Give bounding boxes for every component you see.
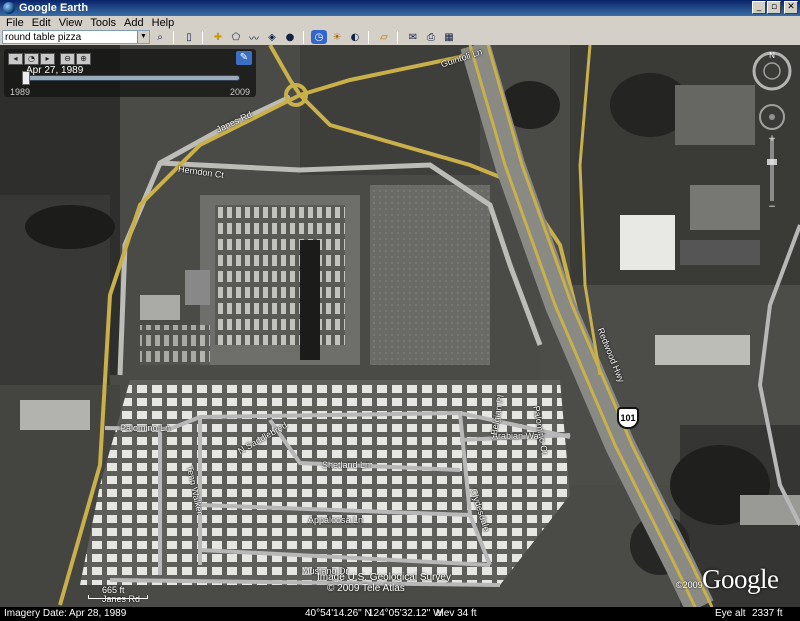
- google-earth-icon: [3, 2, 15, 14]
- historical-imagery-slider: ◂ ◔ ▸ ⊖ ⊕ ✎ Apr 27, 1989 1989 2009: [4, 49, 256, 97]
- eye-altitude-value: 2337 ft: [752, 608, 783, 619]
- menu-file[interactable]: File: [2, 17, 28, 29]
- svg-text:N: N: [769, 51, 775, 60]
- time-options-wrench-icon[interactable]: ✎: [236, 51, 252, 65]
- animate-button[interactable]: ◔: [24, 53, 39, 65]
- email-icon[interactable]: ✉: [405, 30, 421, 44]
- move-joystick[interactable]: [759, 104, 785, 130]
- road-label: Appaloosa Ln: [308, 515, 364, 525]
- toolbar-separator: [368, 30, 369, 44]
- step-forward-button[interactable]: ▸: [40, 53, 55, 65]
- title-bar: Google Earth _ ▫ ✕: [0, 0, 800, 16]
- minimize-button[interactable]: _: [752, 1, 766, 14]
- search-input[interactable]: [3, 31, 137, 43]
- scale-legend-bar: [88, 595, 148, 599]
- road-label: Shetland Ln: [322, 460, 371, 470]
- toolbar-separator: [202, 30, 203, 44]
- copyright-year: ©2009: [676, 580, 703, 590]
- placemark-icon[interactable]: ✚: [210, 30, 226, 44]
- longitude: 124°05'32.12" W: [368, 608, 443, 619]
- imagery-credit: Image U.S. Geological Survey: [317, 572, 451, 583]
- time-slider-thumb[interactable]: [22, 71, 30, 85]
- menu-bar: File Edit View Tools Add Help: [0, 16, 800, 30]
- latitude: 40°54'14.26" N: [305, 608, 372, 619]
- image-overlay-icon[interactable]: ◈: [264, 30, 280, 44]
- slider-start-year: 1989: [10, 87, 31, 97]
- aerial-imagery: [0, 45, 800, 607]
- map-viewport[interactable]: Guintoli Ln Janes Rd Herndon Ct Redwood …: [0, 45, 800, 607]
- navigation-controls: N + −: [752, 51, 792, 209]
- time-slider-track[interactable]: [24, 75, 240, 81]
- search-icon[interactable]: ⌕: [152, 30, 168, 44]
- toolbar-separator: [397, 30, 398, 44]
- planets-icon[interactable]: ◐: [347, 30, 363, 44]
- step-back-button[interactable]: ◂: [8, 53, 23, 65]
- menu-tools[interactable]: Tools: [86, 17, 120, 29]
- highway-shield: 101: [617, 407, 639, 429]
- scale-legend-label: 665 ft: [102, 585, 125, 595]
- toolbar-separator: [303, 30, 304, 44]
- menu-view[interactable]: View: [55, 17, 87, 29]
- menu-help[interactable]: Help: [148, 17, 179, 29]
- svg-text:−: −: [768, 202, 776, 209]
- imagery-date: Imagery Date: Apr 28, 1989: [4, 608, 127, 619]
- search-history-dropdown[interactable]: ▼: [137, 31, 149, 43]
- menu-edit[interactable]: Edit: [28, 17, 55, 29]
- slider-end-year: 2009: [229, 87, 250, 97]
- sidebar-icon[interactable]: ▯: [181, 30, 197, 44]
- maximize-button[interactable]: ▫: [767, 1, 781, 14]
- elevation: elev 34 ft: [436, 608, 477, 619]
- view-in-maps-icon[interactable]: ▦: [441, 30, 457, 44]
- polygon-icon[interactable]: ⬠: [228, 30, 244, 44]
- toolbar-separator: [173, 30, 174, 44]
- record-tour-icon[interactable]: ●: [282, 30, 298, 44]
- google-logo: Google: [702, 564, 779, 594]
- search-box: ▼: [2, 30, 150, 44]
- compass-ring[interactable]: N: [752, 51, 792, 91]
- historical-imagery-icon[interactable]: ◷: [311, 30, 327, 44]
- close-button[interactable]: ✕: [784, 1, 798, 14]
- zoom-slider[interactable]: + −: [767, 134, 777, 209]
- print-icon[interactable]: ⎙: [423, 30, 439, 44]
- eye-altitude-label: Eye alt: [715, 608, 746, 619]
- menu-add[interactable]: Add: [120, 17, 148, 29]
- toolbar: ▼ ⌕ ▯ ✚ ⬠ 〰 ◈ ● ◷ ☀ ◐ ▱ ✉ ⎙ ▦: [0, 29, 800, 45]
- window-title: Google Earth: [19, 2, 89, 14]
- sun-icon[interactable]: ☀: [329, 30, 345, 44]
- zoom-out-time-icon[interactable]: ⊖: [60, 53, 75, 65]
- svg-text:+: +: [768, 134, 776, 144]
- road-label: Palomino Ln: [120, 423, 171, 433]
- status-bar: Imagery Date: Apr 28, 1989 40°54'14.26" …: [0, 607, 800, 621]
- zoom-in-time-icon[interactable]: ⊕: [76, 53, 91, 65]
- window-controls: _ ▫ ✕: [752, 1, 798, 14]
- ruler-icon[interactable]: ▱: [376, 30, 392, 44]
- path-icon[interactable]: 〰: [246, 30, 262, 45]
- look-joystick[interactable]: [763, 62, 781, 80]
- tele-atlas-credit: © 2009 Tele Atlas: [327, 583, 405, 594]
